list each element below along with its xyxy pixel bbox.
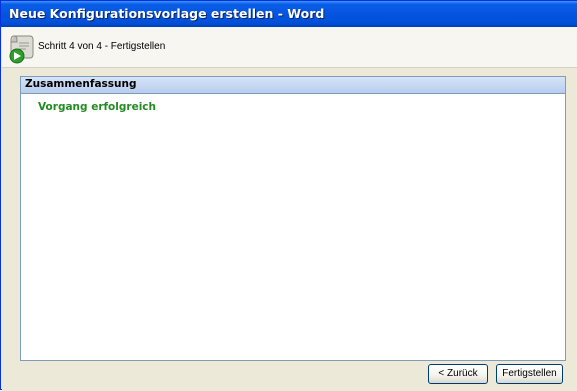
finish-button[interactable]: Fertigstellen — [496, 364, 563, 384]
back-button[interactable]: < Zurück — [428, 364, 488, 384]
wizard-header: Schritt 4 von 4 - Fertigstellen — [2, 27, 577, 68]
wizard-scroll-icon — [8, 32, 38, 64]
summary-header: Zusammenfassung — [21, 77, 565, 94]
button-bar — [2, 361, 577, 391]
step-indicator: Schritt 4 von 4 - Fertigstellen — [38, 41, 166, 52]
title-bar[interactable]: Neue Konfigurationsvorlage erstellen - W… — [1, 1, 577, 27]
wizard-window: Neue Konfigurationsvorlage erstellen - W… — [0, 0, 577, 391]
status-message: Vorgang erfolgreich — [38, 101, 156, 113]
window-title: Neue Konfigurationsvorlage erstellen - W… — [9, 6, 325, 21]
summary-title: Zusammenfassung — [25, 78, 137, 90]
summary-panel: Zusammenfassung Vorgang erfolgreich — [20, 76, 566, 361]
